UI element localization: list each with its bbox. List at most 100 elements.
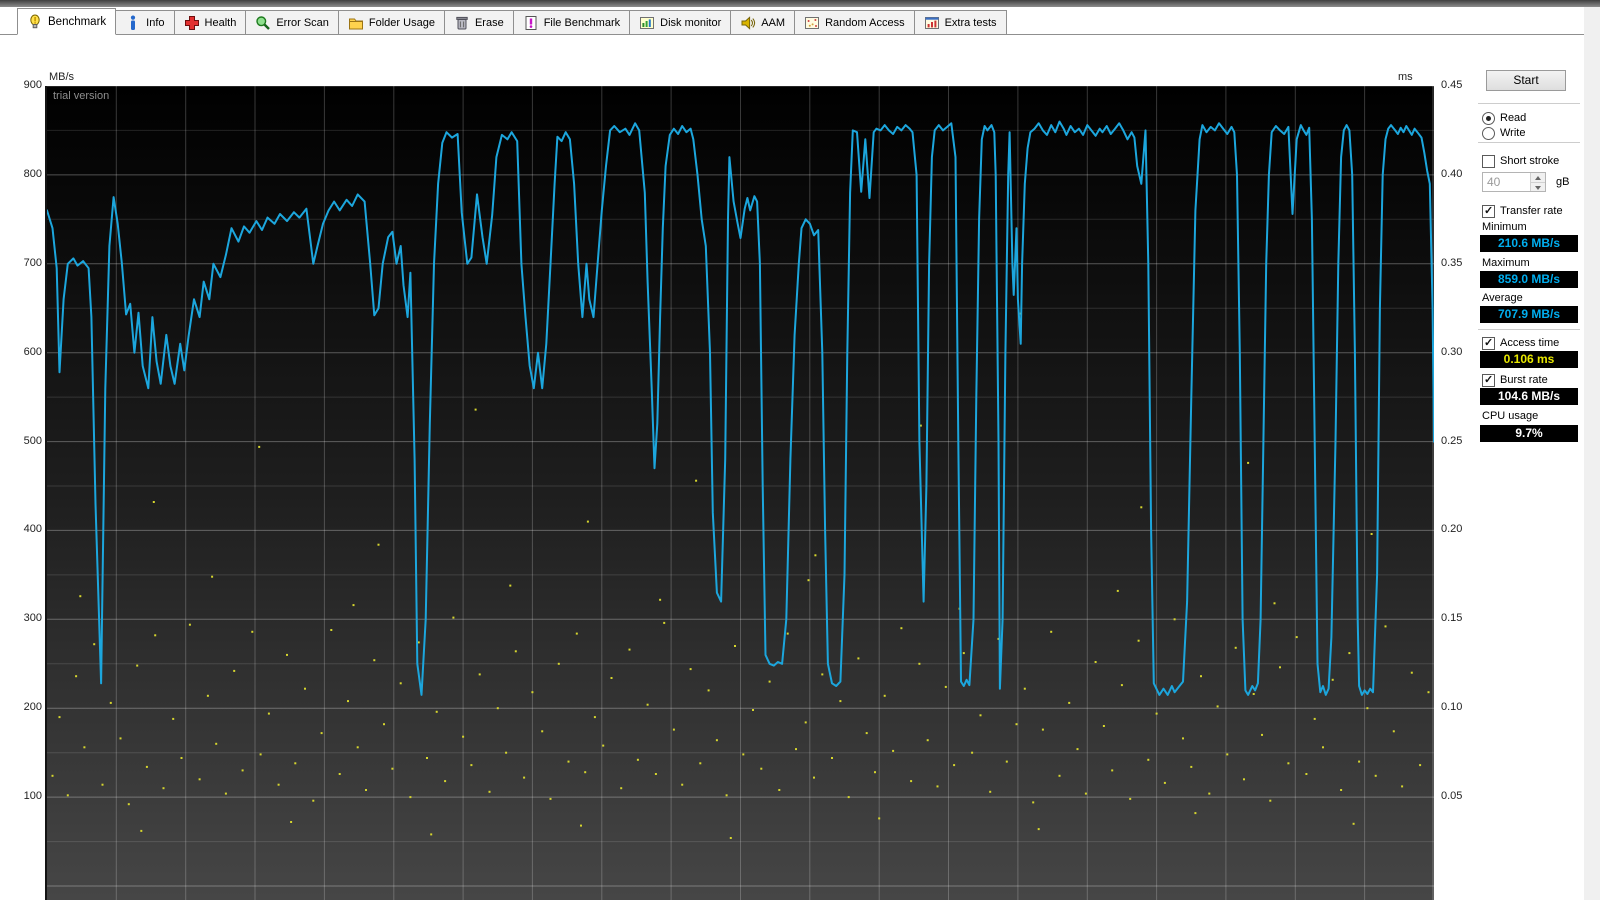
- health-icon: [184, 15, 200, 31]
- separator: [1478, 329, 1580, 330]
- tab-benchmark[interactable]: Benchmark: [17, 8, 116, 35]
- tab-info[interactable]: Info: [115, 10, 174, 34]
- tab-label: Error Scan: [276, 17, 329, 29]
- folder-icon: [348, 15, 364, 31]
- tab-label: AAM: [761, 17, 785, 29]
- tab-health[interactable]: Health: [174, 10, 247, 34]
- random-access-icon: [804, 15, 820, 31]
- left-axis-tick-200: 200: [0, 701, 42, 713]
- info-icon: [125, 15, 141, 31]
- left-axis-tick-800: 800: [0, 168, 42, 180]
- right-axis-tick-0.35: 0.35: [1441, 257, 1481, 269]
- left-axis-tick-600: 600: [0, 346, 42, 358]
- short-stroke-row[interactable]: Short stroke: [1482, 154, 1559, 168]
- chart-canvas: [47, 86, 1434, 900]
- tab-bar: Benchmark Info Health Error Scan Folder Usag…: [0, 9, 1600, 35]
- minimum-value: 210.6 MB/s: [1480, 235, 1578, 252]
- tab-label: Folder Usage: [369, 17, 435, 29]
- access-time-label: Access time: [1500, 337, 1559, 349]
- burst-rate-value: 104.6 MB/s: [1480, 388, 1578, 405]
- file-benchmark-icon: [523, 15, 539, 31]
- right-axis-tick-0.15: 0.15: [1441, 612, 1481, 624]
- error-scan-icon: [255, 15, 271, 31]
- tab-label: Extra tests: [945, 17, 997, 29]
- write-radio-label: Write: [1500, 127, 1525, 139]
- access-time-value: 0.106 ms: [1480, 351, 1578, 368]
- tab-file-benchmark[interactable]: File Benchmark: [513, 10, 630, 34]
- burst-rate-label: Burst rate: [1500, 374, 1548, 386]
- average-value: 707.9 MB/s: [1480, 306, 1578, 323]
- tab-random-access[interactable]: Random Access: [794, 10, 914, 34]
- spinner-down-button[interactable]: [1531, 182, 1545, 192]
- read-radio-label: Read: [1500, 112, 1526, 124]
- extra-tests-icon: [924, 15, 940, 31]
- transfer-rate-label: Transfer rate: [1500, 205, 1563, 217]
- average-label: Average: [1482, 292, 1523, 304]
- window-right-edge: [1584, 7, 1600, 900]
- left-axis-tick-700: 700: [0, 257, 42, 269]
- cpu-usage-value: 9.7%: [1480, 425, 1578, 442]
- read-radio[interactable]: [1482, 112, 1495, 125]
- left-axis-tick-900: 900: [0, 79, 42, 91]
- tab-folder-usage[interactable]: Folder Usage: [338, 10, 445, 34]
- left-axis-tick-300: 300: [0, 612, 42, 624]
- read-radio-row[interactable]: Read: [1482, 111, 1526, 125]
- right-axis-tick-0.45: 0.45: [1441, 79, 1481, 91]
- short-stroke-label: Short stroke: [1500, 155, 1559, 167]
- tab-label: File Benchmark: [544, 17, 620, 29]
- right-axis-tick-0.20: 0.20: [1441, 523, 1481, 535]
- right-axis-tick-0.40: 0.40: [1441, 168, 1481, 180]
- right-axis-tick-0.25: 0.25: [1441, 435, 1481, 447]
- right-axis-unit-label: ms: [1398, 71, 1413, 83]
- burst-rate-row[interactable]: Burst rate: [1482, 373, 1548, 387]
- transfer-rate-row[interactable]: Transfer rate: [1482, 204, 1563, 218]
- right-axis-tick-0.10: 0.10: [1441, 701, 1481, 713]
- tab-error-scan[interactable]: Error Scan: [245, 10, 339, 34]
- short-stroke-unit-label: gB: [1556, 176, 1569, 188]
- benchmark-chart: trial version: [47, 86, 1434, 900]
- trial-version-watermark: trial version: [53, 90, 109, 102]
- left-axis-unit-label: MB/s: [49, 71, 74, 83]
- benchmark-control-panel: Start Read Write Short stroke 40 gB: [1478, 70, 1582, 470]
- start-button[interactable]: Start: [1486, 70, 1566, 91]
- tab-label: Erase: [475, 17, 504, 29]
- tab-label: Benchmark: [48, 16, 106, 28]
- aam-icon: [740, 15, 756, 31]
- separator: [1478, 103, 1580, 104]
- tab-erase[interactable]: Erase: [444, 10, 514, 34]
- transfer-rate-checkbox[interactable]: [1482, 205, 1495, 218]
- separator: [1478, 142, 1580, 143]
- tab-aam[interactable]: AAM: [730, 10, 795, 34]
- access-time-checkbox[interactable]: [1482, 337, 1495, 350]
- tab-label: Disk monitor: [660, 17, 721, 29]
- short-stroke-checkbox[interactable]: [1482, 155, 1495, 168]
- write-radio-row[interactable]: Write: [1482, 126, 1525, 140]
- left-axis-tick-100: 100: [0, 790, 42, 802]
- right-axis-tick-0.05: 0.05: [1441, 790, 1481, 802]
- hd-tune-window: Benchmark Info Health Error Scan Folder Usag…: [0, 0, 1600, 900]
- access-time-row[interactable]: Access time: [1482, 336, 1559, 350]
- short-stroke-size-control: 40 gB: [1482, 172, 1569, 192]
- tab-disk-monitor[interactable]: Disk monitor: [629, 10, 731, 34]
- spinner-up-button[interactable]: [1531, 173, 1545, 182]
- tab-label: Random Access: [825, 17, 904, 29]
- left-axis-tick-400: 400: [0, 523, 42, 535]
- burst-rate-checkbox[interactable]: [1482, 374, 1495, 387]
- maximum-label: Maximum: [1482, 257, 1530, 269]
- short-stroke-size-value[interactable]: 40: [1483, 173, 1530, 191]
- erase-icon: [454, 15, 470, 31]
- tab-extra-tests[interactable]: Extra tests: [914, 10, 1007, 34]
- maximum-value: 859.0 MB/s: [1480, 271, 1578, 288]
- write-radio[interactable]: [1482, 127, 1495, 140]
- tab-label: Info: [146, 17, 164, 29]
- left-axis-tick-500: 500: [0, 435, 42, 447]
- cpu-usage-label: CPU usage: [1482, 410, 1538, 422]
- tab-label: Health: [205, 17, 237, 29]
- disk-monitor-icon: [639, 15, 655, 31]
- bulb-icon: [27, 14, 43, 30]
- window-top-edge: [0, 0, 1600, 7]
- short-stroke-size-input[interactable]: 40: [1482, 172, 1546, 192]
- spinner-buttons: [1530, 173, 1545, 191]
- minimum-label: Minimum: [1482, 221, 1527, 233]
- right-axis-tick-0.30: 0.30: [1441, 346, 1481, 358]
